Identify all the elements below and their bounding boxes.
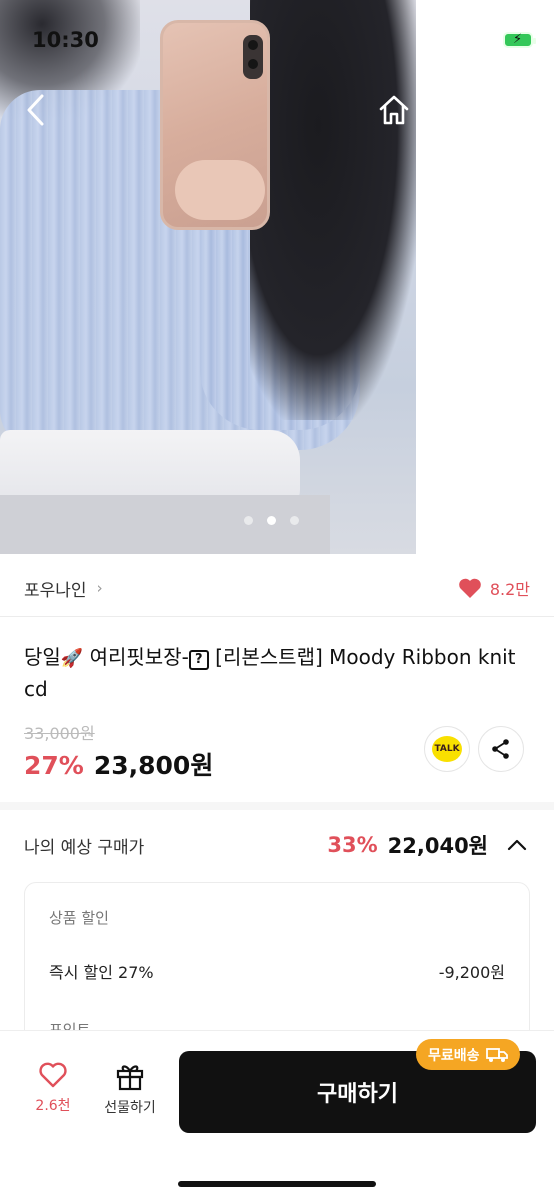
status-bar: 10:30 5G ⚡	[0, 0, 554, 80]
shop-row: 포우나인 › 8.2만	[0, 560, 554, 616]
question-box-icon: ?	[188, 650, 209, 670]
network-type: 5G	[470, 31, 496, 51]
rocket-icon: 🚀	[60, 648, 84, 669]
heart-outline-icon	[39, 1062, 67, 1088]
carousel-indicator	[244, 516, 299, 525]
price-row: 27% 23,800원	[24, 746, 213, 782]
shopping-bag-icon	[498, 94, 526, 126]
search-button[interactable]	[435, 92, 471, 128]
product-image-carousel[interactable]	[0, 0, 554, 554]
gift-button[interactable]: 선물하기	[95, 1061, 165, 1117]
signal-icon	[439, 35, 464, 49]
truck-icon	[485, 1047, 508, 1062]
gift-icon	[116, 1065, 144, 1091]
chevron-right-icon: ›	[96, 579, 103, 597]
home-button[interactable]	[376, 92, 412, 128]
search-icon	[438, 95, 469, 126]
expected-price-label: 나의 예상 구매가	[24, 837, 145, 858]
expected-price-toggle[interactable]: 나의 예상 구매가 33% 22,040원	[0, 820, 554, 870]
home-icon	[379, 95, 409, 125]
chevron-up-icon	[507, 839, 527, 851]
cart-button[interactable]	[494, 92, 530, 128]
breakdown-row-label: 즉시 할인 27%	[49, 963, 154, 982]
sale-price: 23,800원	[93, 751, 214, 780]
breakdown-section-title: 상품 할인	[49, 909, 109, 927]
carousel-dot-active[interactable]	[267, 516, 276, 525]
wishlist-count: 2.6천	[35, 1098, 71, 1114]
breakdown-row: 즉시 할인 27% -9,200원	[49, 959, 505, 983]
bottom-action-bar: 2.6천 선물하기 구매하기 무료배송	[0, 1030, 554, 1200]
shop-like-button[interactable]: 8.2만	[458, 576, 530, 600]
shop-name: 포우나인	[24, 580, 87, 601]
divider	[0, 616, 554, 617]
kakaotalk-icon: TALK	[432, 736, 462, 762]
home-indicator	[178, 1181, 376, 1187]
back-button[interactable]	[18, 92, 54, 128]
carousel-dot[interactable]	[290, 516, 299, 525]
chevron-left-icon	[27, 94, 44, 126]
shop-like-count: 8.2만	[489, 580, 530, 599]
wishlist-button[interactable]: 2.6천	[18, 1061, 88, 1115]
status-time: 10:30	[32, 28, 99, 52]
kakaotalk-share-button[interactable]: TALK	[424, 726, 470, 772]
shop-link[interactable]: 포우나인 ›	[24, 576, 103, 601]
discount-rate: 27%	[24, 751, 84, 780]
gift-label: 선물하기	[104, 1100, 156, 1116]
original-price: 33,000원	[24, 724, 95, 743]
title-text-2: 여리핏보장-	[83, 645, 189, 669]
expected-discount: 33%	[327, 833, 378, 857]
product-photo	[0, 0, 416, 554]
free-shipping-label: 무료배송	[428, 1047, 480, 1064]
share-icon	[492, 739, 509, 759]
free-shipping-badge: 무료배송	[416, 1039, 520, 1070]
carousel-dot[interactable]	[244, 516, 253, 525]
heart-filled-icon	[459, 578, 481, 598]
title-text-1: 당일	[24, 645, 61, 669]
expected-price: 22,040원	[387, 834, 488, 858]
battery-icon: ⚡	[503, 32, 536, 48]
breakdown-row-value: -9,200원	[438, 963, 505, 982]
product-title: 당일🚀 여리핏보장-? [리본스트랩] Moody Ribbon knit cd	[24, 642, 524, 705]
share-button[interactable]	[478, 726, 524, 772]
section-divider	[0, 802, 554, 810]
